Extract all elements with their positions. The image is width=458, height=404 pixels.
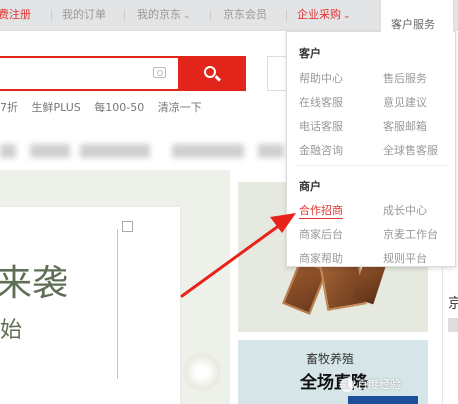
banner-card: 来袭 始 [0,207,180,404]
enterprise-purchase-menu[interactable]: 企业采购 ⌄ [297,8,351,23]
hot-word[interactable]: 7折 [0,101,18,114]
my-jd-label: 我的京东 [137,8,181,21]
hot-words: 7折 生鲜PLUS 每100-50 清凉一下 [0,99,212,115]
banner-subline: 始 [0,318,23,343]
jd-member-link[interactable]: 京东会员 [223,8,267,22]
customer-service-dropdown: 客户 帮助中心 售后服务 在线客服 意见建议 电话客服 客服邮箱 金融咨询 全球… [286,31,456,267]
blurred-item [258,144,284,158]
jd-homepage: 费注册 我的订单 我的京东 ⌄ 京东会员 企业采购 ⌄ 客户服务 ⌄ 7折 生鲜PLU… [0,0,458,404]
search-input[interactable] [4,64,144,84]
finance-consult-link[interactable]: 金融咨询 [299,142,343,158]
blurred-item [172,144,244,158]
customer-heading: 客户 [299,47,321,60]
online-service-link[interactable]: 在线客服 [299,94,343,110]
merchant-backend-link[interactable]: 商家后台 [299,226,343,242]
chevron-down-icon: ⌄ [183,11,191,21]
promo-bar [348,396,418,404]
divider [297,165,447,166]
hot-word[interactable]: 清凉一下 [158,101,202,114]
my-orders-link[interactable]: 我的订单 [62,8,106,22]
merchant-heading: 商户 [299,180,321,193]
my-jd-menu[interactable]: 我的京东 ⌄ [137,8,191,23]
after-sales-link[interactable]: 售后服务 [383,70,427,86]
jingmai-workbench-link[interactable]: 京麦工作台 [383,226,438,242]
hot-word[interactable]: 生鲜PLUS [32,101,81,114]
blurred-item [0,144,16,158]
chevron-down-icon: ⌄ [393,16,403,29]
category-nav-blurred [0,138,300,164]
top-nav-bar: 费注册 我的订单 我的京东 ⌄ 京东会员 企业采购 ⌄ 客户服务 ⌄ [0,0,458,32]
promo-tile-livestock[interactable]: 畜牧养殖 全场直降 [238,340,428,404]
gray-block [448,318,458,332]
enterprise-label: 企业采购 [297,8,341,21]
help-center-link[interactable]: 帮助中心 [299,70,343,86]
growth-center-link[interactable]: 成长中心 [383,202,427,218]
right-col-char: 京 [448,296,458,312]
camera-icon[interactable] [153,67,166,78]
hot-word[interactable]: 每100-50 [94,101,144,114]
search-icon-handle [214,75,222,82]
service-email-link[interactable]: 客服邮箱 [383,118,427,134]
divider [210,10,211,21]
decor-line [117,229,118,379]
watermark-text: 百度经验 [357,378,401,391]
global-service-link[interactable]: 全球售客服 [383,142,438,158]
merchant-help-link[interactable]: 商家帮助 [299,250,343,266]
divider [286,10,287,21]
banner-headline: 来袭 [0,263,69,304]
customer-service-menu[interactable]: 客户服务 ⌄ [380,0,454,32]
blurred-item [80,144,150,158]
feedback-link[interactable]: 意见建议 [383,94,427,110]
divider [124,10,125,21]
chevron-down-icon: ⌄ [343,11,351,21]
rules-platform-link[interactable]: 规则平台 [383,250,427,266]
divider [51,10,52,21]
watermark: 百度经验 [340,376,401,392]
register-link[interactable]: 费注册 [0,8,31,22]
paw-icon [340,378,354,392]
corner-mark [122,221,133,232]
flower-decoration [182,352,222,392]
phone-service-link[interactable]: 电话客服 [299,118,343,134]
search-bar [0,56,246,91]
partner-recruitment-link[interactable]: 合作招商 [299,202,343,219]
blurred-item [30,144,70,158]
search-button[interactable] [178,56,246,91]
promo-line1: 畜牧养殖 [306,352,355,366]
